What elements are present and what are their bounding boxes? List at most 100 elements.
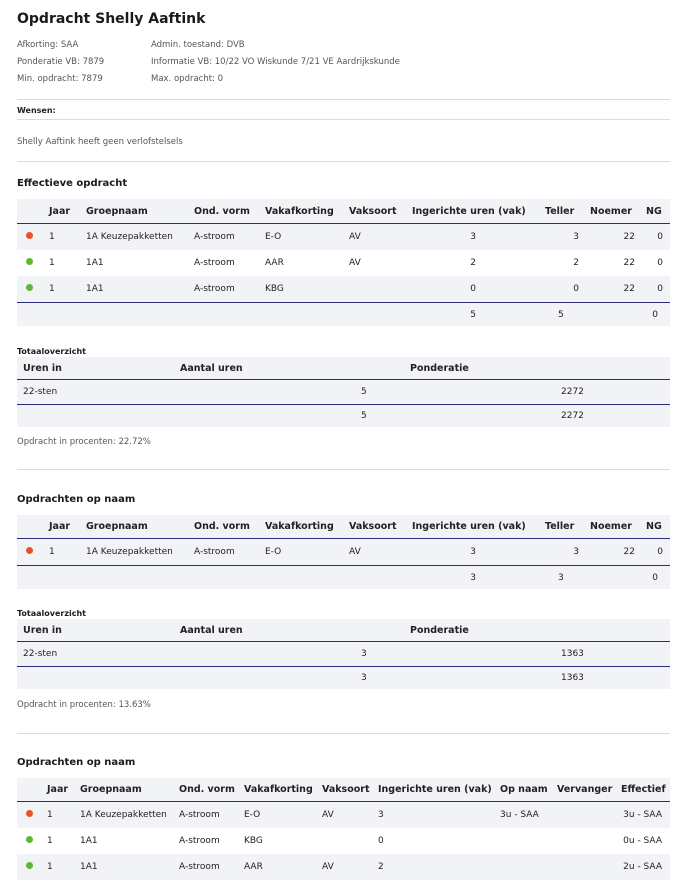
uren-in-cell: 22-sten (23, 649, 58, 659)
jaar-cell: 1 (47, 836, 53, 846)
jaar-cell: 1 (49, 284, 55, 294)
noemer-cell: 22 (623, 547, 635, 557)
vorm-cell: A-stroom (194, 258, 235, 268)
column-header: Vakafkorting (265, 521, 334, 532)
column-header: Noemer (590, 206, 632, 217)
section-title-effectief: Effectieve opdracht (17, 178, 128, 189)
verlof-text: Shelly Aaftink heeft geen verlofstelsels (17, 137, 183, 147)
groep-cell: 1A1 (80, 862, 98, 872)
table-row[interactable]: 1 1A Keuzepakketten A-stroom E-O AV 3 3 … (17, 224, 670, 250)
table-row[interactable]: 1 1A1 A-stroom KBG 0 0u - SAA (17, 828, 670, 854)
column-header: Ponderatie (410, 363, 469, 374)
ng-cell: 0 (657, 284, 663, 294)
column-header: Teller (545, 521, 575, 532)
total-teller-cell: 3 (558, 573, 564, 583)
total-uren-cell: 3 (470, 573, 476, 583)
table-row[interactable]: 22-sten 5 2272 (17, 380, 670, 404)
percent-text: Opdracht in procenten: 13.63% (17, 700, 151, 710)
total-uren-cell: 5 (470, 310, 476, 320)
total-aantal-cell: 3 (361, 673, 367, 683)
green-status-dot-icon (26, 862, 33, 869)
vak-cell: E-O (244, 810, 261, 820)
column-header: Uren in (23, 363, 62, 374)
divider (17, 99, 670, 100)
max-opdracht-text: Max. opdracht: 0 (151, 74, 224, 84)
column-header: Vaksoort (349, 521, 397, 532)
vak-cell: KBG (244, 836, 263, 846)
column-header: Ond. vorm (179, 784, 235, 795)
table-row[interactable]: 1 1A Keuzepakketten A-stroom E-O AV 3 3 … (17, 539, 670, 565)
column-header: NG (646, 206, 662, 217)
green-status-dot-icon (26, 836, 33, 843)
vorm-cell: A-stroom (194, 232, 235, 242)
totaaloverzicht-title: Totaaloverzicht (17, 609, 86, 618)
min-opdracht-text: Min. opdracht: 7879 (17, 74, 103, 84)
jaar-cell: 1 (49, 232, 55, 242)
groep-cell: 1A1 (86, 284, 104, 294)
teller-cell: 3 (573, 232, 579, 242)
vak-cell: KBG (265, 284, 284, 294)
column-header: Ond. vorm (194, 521, 250, 532)
column-header: Groepnaam (86, 521, 148, 532)
column-header: Effectief (621, 784, 666, 795)
divider (17, 161, 670, 162)
soort-cell: AV (322, 862, 334, 872)
aantal-cell: 5 (361, 387, 367, 397)
vorm-cell: A-stroom (194, 547, 235, 557)
vak-cell: AAR (244, 862, 263, 872)
column-header: Op naam (500, 784, 548, 795)
total-ponderatie-cell: 1363 (561, 673, 584, 683)
section-title-opnaam: Opdrachten op naam (17, 757, 136, 768)
effectief-cell: 0u - SAA (623, 836, 662, 846)
wensen-label: Wensen: (17, 106, 56, 115)
teller-cell: 0 (573, 284, 579, 294)
table-header: Jaar Groepnaam Ond. vorm Vakafkorting Va… (17, 778, 670, 802)
column-header: Groepnaam (86, 206, 148, 217)
divider (17, 733, 670, 734)
uren-cell: 0 (470, 284, 476, 294)
groep-cell: 1A Keuzepakketten (86, 547, 173, 557)
total-ng-cell: 0 (652, 310, 658, 320)
column-header: Ingerichte uren (vak) (412, 206, 526, 217)
ponderatie-text: Ponderatie VB: 7879 (17, 57, 105, 67)
groep-cell: 1A Keuzepakketten (86, 232, 173, 242)
uren-cell: 0 (378, 836, 384, 846)
table-row[interactable]: 22-sten 3 1363 (17, 642, 670, 666)
table-header: Jaar Groepnaam Ond. vorm Vakafkorting Va… (17, 199, 670, 224)
column-header: Noemer (590, 521, 632, 532)
teller-cell: 3 (573, 547, 579, 557)
total-teller-cell: 5 (558, 310, 564, 320)
green-status-dot-icon (26, 284, 33, 291)
totals-row: 3 3 0 (17, 565, 670, 589)
totals-row: 5 5 0 (17, 302, 670, 326)
column-header: Ponderatie (410, 625, 469, 636)
soort-cell: AV (322, 810, 334, 820)
noemer-cell: 22 (623, 232, 635, 242)
red-status-dot-icon (26, 232, 33, 239)
column-header: Vakafkorting (244, 784, 313, 795)
groep-cell: 1A1 (86, 258, 104, 268)
informatie-text: Informatie VB: 10/22 VO Wiskunde 7/21 VE… (151, 57, 400, 67)
total-ng-cell: 0 (652, 573, 658, 583)
groep-cell: 1A Keuzepakketten (80, 810, 167, 820)
table-row[interactable]: 1 1A Keuzepakketten A-stroom E-O AV 3 3u… (17, 802, 670, 828)
noemer-cell: 22 (623, 284, 635, 294)
table-header: Uren in Aantal uren Ponderatie (17, 619, 670, 642)
divider (17, 119, 670, 120)
vorm-cell: A-stroom (179, 836, 220, 846)
table-row[interactable]: 1 1A1 A-stroom AAR AV 2 2 22 0 (17, 250, 670, 276)
table-row[interactable]: 1 1A1 A-stroom AAR AV 2 2u - SAA (17, 854, 670, 880)
column-header: Groepnaam (80, 784, 142, 795)
total-ponderatie-cell: 2272 (561, 411, 584, 421)
uren-cell: 3 (470, 232, 476, 242)
afkorting-text: Afkorting: SAA (17, 40, 79, 50)
ng-cell: 0 (657, 232, 663, 242)
column-header: Aantal uren (180, 363, 243, 374)
totaaloverzicht-title: Totaaloverzicht (17, 347, 86, 356)
uren-cell: 3 (378, 810, 384, 820)
ng-cell: 0 (657, 547, 663, 557)
jaar-cell: 1 (47, 862, 53, 872)
table-row[interactable]: 1 1A1 A-stroom KBG 0 0 22 0 (17, 276, 670, 302)
soort-cell: AV (349, 547, 361, 557)
column-header: NG (646, 521, 662, 532)
